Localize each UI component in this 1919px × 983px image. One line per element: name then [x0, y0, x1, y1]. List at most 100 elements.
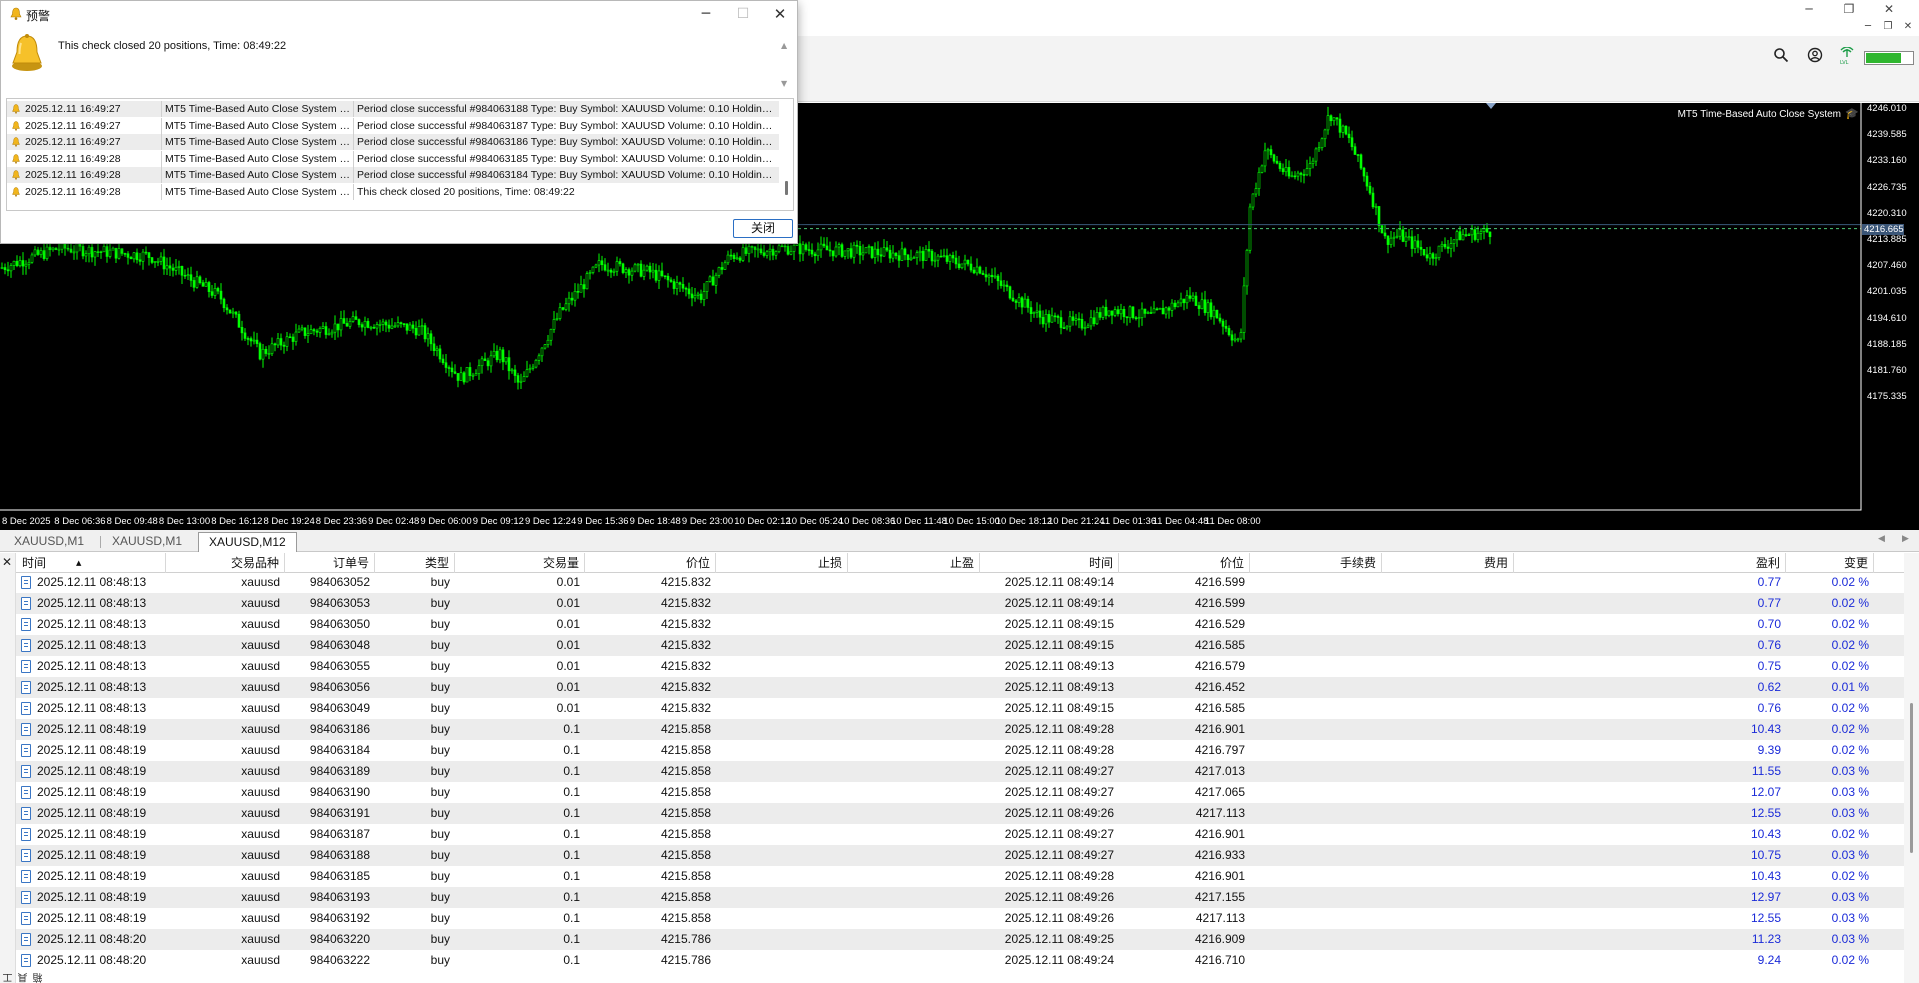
candle-body	[1317, 147, 1321, 150]
column-header-symbol[interactable]: 交易品种	[166, 553, 285, 573]
time-tick: 10 Dec 08:36	[838, 516, 896, 527]
alert-log-time: 2025.12.11 16:49:28	[25, 169, 121, 181]
alert-log-row[interactable]: 2025.12.11 16:49:27 MT5 Time-Based Auto C…	[7, 134, 779, 150]
candle-body	[339, 318, 343, 331]
candle-body	[618, 261, 622, 265]
alert-message-scrollbar[interactable]: ▲ ▼	[780, 39, 794, 91]
table-row[interactable]: 2025.12.11 08:48:13 xauusd 984063053 buy 0.0…	[16, 593, 1904, 614]
candle-body	[249, 338, 253, 342]
chart-shift-marker[interactable]	[1486, 103, 1496, 109]
graduation-cap-icon: 🎓	[1845, 107, 1859, 120]
candle-body	[783, 245, 787, 248]
dialog-close-icon[interactable]: ✕	[766, 4, 794, 24]
column-header-fee[interactable]: 费用	[1382, 553, 1514, 573]
column-header-open-price[interactable]: 价位	[585, 553, 716, 573]
cell-symbol: xauusd	[241, 701, 280, 715]
close-toolbox-icon[interactable]: ✕	[2, 555, 12, 569]
dialog-minimize-icon[interactable]: ─	[692, 4, 720, 24]
table-row[interactable]: 2025.12.11 08:48:19 xauusd 984063185 buy 0.1…	[16, 866, 1904, 887]
table-row[interactable]: 2025.12.11 08:48:13 xauusd 984063049 buy 0.0…	[16, 698, 1904, 719]
time-scale[interactable]: 8 Dec 2025 8 Dec 06:36 8 Dec 09:48 8 Dec 13…	[0, 510, 1861, 530]
column-header-commission[interactable]: 手续费	[1250, 553, 1382, 573]
candle-body	[12, 260, 16, 266]
cell-type: buy	[430, 785, 450, 799]
alert-log-list[interactable]: 2025.12.11 16:49:27 MT5 Time-Based Auto C…	[6, 98, 794, 211]
column-header-change[interactable]: 变更	[1786, 553, 1874, 573]
close-button[interactable]: 关闭	[733, 219, 793, 238]
column-header-open-time[interactable]: 时间 ▲	[16, 553, 166, 573]
cell-ticket: 984063189	[309, 764, 370, 778]
table-row[interactable]: 2025.12.11 08:48:13 xauusd 984063056 buy 0.0…	[16, 677, 1904, 698]
time-tick: 11 Dec 08:00	[1204, 516, 1261, 527]
column-header-close-price[interactable]: 价位	[1119, 553, 1250, 573]
time-tick: 10 Dec 15:00	[943, 516, 1000, 527]
table-row[interactable]: 2025.12.11 08:48:19 xauusd 984063186 buy 0.1…	[16, 719, 1904, 740]
column-header-take-profit[interactable]: 止盈	[848, 553, 980, 573]
table-row[interactable]: 2025.12.11 08:48:19 xauusd 984063184 buy 0.1…	[16, 740, 1904, 761]
column-header-stop-loss[interactable]: 止损	[716, 553, 848, 573]
minimize-icon[interactable]: ─	[1794, 0, 1824, 19]
tab-scroll-right-icon[interactable]: ▶	[1902, 534, 1909, 544]
table-row[interactable]: 2025.12.11 08:48:20 xauusd 984063220 buy 0.1…	[16, 929, 1904, 950]
cell-open-price: 4215.832	[660, 680, 711, 694]
history-scrollbar-thumb[interactable]	[1910, 703, 1913, 853]
candle-body	[291, 336, 295, 342]
table-row[interactable]: 2025.12.11 08:48:19 xauusd 984063189 buy 0.1…	[16, 761, 1904, 782]
alert-log-row[interactable]: 2025.12.11 16:49:28 MT5 Time-Based Auto C…	[7, 150, 779, 167]
tab-xauusd-m1-second[interactable]: XAUUSD,M1	[102, 532, 192, 552]
alert-log-row[interactable]: 2025.12.11 16:49:27 MT5 Time-Based Auto C…	[7, 117, 779, 134]
table-row[interactable]: 2025.12.11 08:48:13 xauusd 984063052 buy 0.0…	[16, 573, 1904, 593]
candle-body	[1029, 307, 1033, 314]
table-row[interactable]: 2025.12.11 08:48:19 xauusd 984063190 buy 0.1…	[16, 782, 1904, 803]
column-header-close-time[interactable]: 时间	[980, 553, 1119, 573]
table-row[interactable]: 2025.12.11 08:48:19 xauusd 984063193 buy 0.1…	[16, 887, 1904, 908]
restore-icon[interactable]: ❐	[1834, 0, 1864, 19]
inner-minimize-icon[interactable]: ─	[1858, 19, 1878, 35]
alert-dialog-title-bar[interactable]: 预警 ─ ☐ ✕	[1, 1, 797, 27]
candle-body	[393, 325, 397, 328]
column-header-ticket[interactable]: 订单号	[285, 553, 375, 573]
tab-scroll-left-icon[interactable]: ◀	[1878, 534, 1885, 544]
candle-body	[663, 275, 667, 278]
table-row[interactable]: 2025.12.11 08:48:19 xauusd 984063188 buy 0.1…	[16, 845, 1904, 866]
candle-body	[879, 254, 883, 257]
candle-body	[1131, 306, 1135, 318]
candle-body	[45, 246, 49, 259]
table-row[interactable]: 2025.12.11 08:48:19 xauusd 984063187 buy 0.1…	[16, 824, 1904, 845]
candle-body	[1266, 149, 1270, 152]
history-table-header: 时间 ▲ 交易品种 订单号 类型 交易量 价位 止损 止盈 时间 价位 手续费 费用 盈利 变更	[16, 553, 1904, 573]
scroll-down-icon[interactable]: ▼	[781, 79, 787, 88]
candle-body	[330, 331, 334, 335]
cell-close-time: 2025.12.11 08:49:15	[1004, 638, 1114, 652]
column-header-type[interactable]: 类型	[375, 553, 455, 573]
close-icon[interactable]: ✕	[1874, 0, 1904, 19]
table-row[interactable]: 2025.12.11 08:48:19 xauusd 984063192 buy 0.1…	[16, 908, 1904, 929]
column-header-volume[interactable]: 交易量	[455, 553, 585, 573]
column-header-profit[interactable]: 盈利	[1514, 553, 1786, 573]
scroll-up-icon[interactable]: ▲	[781, 41, 787, 50]
table-row[interactable]: 2025.12.11 08:48:13 xauusd 984063050 buy 0.0…	[16, 614, 1904, 635]
cell-volume: 0.1	[563, 764, 580, 778]
alert-log-row[interactable]: 2025.12.11 16:49:28 MT5 Time-Based Auto C…	[7, 183, 779, 200]
alert-log-row[interactable]: 2025.12.11 16:49:28 MT5 Time-Based Auto C…	[7, 167, 779, 183]
table-row[interactable]: 2025.12.11 08:48:19 xauusd 984063191 buy 0.1…	[16, 803, 1904, 824]
alert-log-scrollbar[interactable]	[780, 99, 793, 210]
table-row[interactable]: 2025.12.11 08:48:13 xauusd 984063055 buy 0.0…	[16, 656, 1904, 677]
cell-fee	[1382, 929, 1514, 950]
candle-body	[354, 316, 358, 320]
table-row[interactable]: 2025.12.11 08:48:13 xauusd 984063048 buy 0.0…	[16, 635, 1904, 656]
inner-close-icon[interactable]: ✕	[1898, 19, 1918, 35]
price-scale[interactable]: 4246.010 4239.585 4233.160 4226.735 4220.310…	[1861, 103, 1919, 510]
alert-log-row[interactable]: 2025.12.11 16:49:27 MT5 Time-Based Auto C…	[7, 101, 779, 117]
tab-xauusd-m12[interactable]: XAUUSD,M12	[198, 532, 297, 552]
cell-ticket: 984063186	[309, 722, 370, 736]
history-scrollbar[interactable]	[1904, 553, 1919, 983]
tab-xauusd-m1-first[interactable]: XAUUSD,M1	[4, 532, 94, 552]
search-icon[interactable]	[1770, 47, 1792, 69]
signal-icon[interactable]: LVL	[1836, 46, 1858, 69]
alert-log-scrollbar-thumb[interactable]	[785, 181, 788, 195]
candle-body	[417, 326, 421, 336]
inner-restore-icon[interactable]: ❐	[1878, 19, 1898, 35]
account-icon[interactable]	[1804, 47, 1826, 69]
table-row[interactable]: 2025.12.11 08:48:20 xauusd 984063222 buy 0.1…	[16, 950, 1904, 971]
